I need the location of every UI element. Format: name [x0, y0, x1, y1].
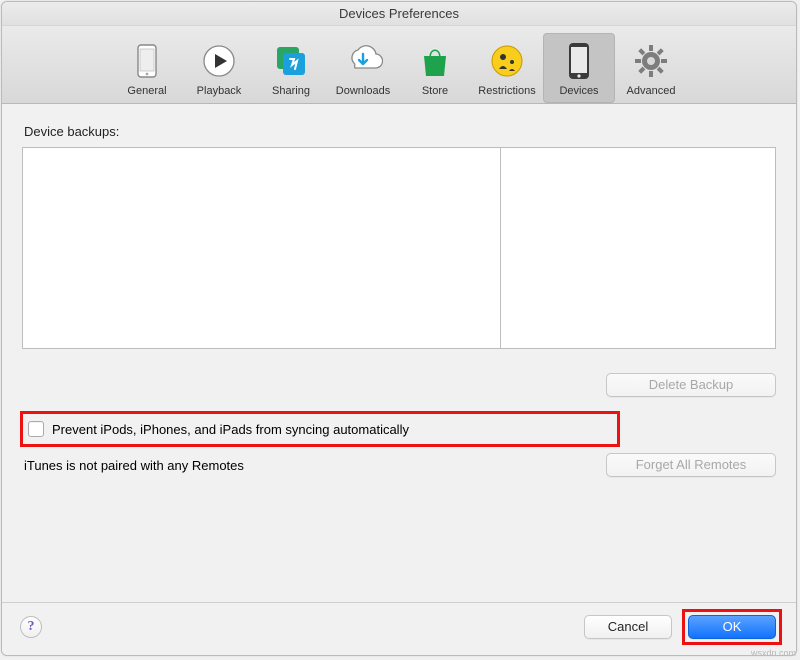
prevent-sync-row: Prevent iPods, iPhones, and iPads from s… [24, 415, 616, 443]
tab-devices[interactable]: Devices [543, 33, 615, 103]
play-icon [201, 39, 237, 83]
backups-label: Device backups: [24, 124, 776, 139]
tab-label: Playback [197, 85, 242, 97]
tab-label: Devices [559, 85, 598, 97]
tab-label: Downloads [336, 85, 390, 97]
device-icon [567, 39, 591, 83]
tab-label: General [127, 85, 166, 97]
watermark: wsxdn.com [751, 648, 796, 658]
prevent-sync-checkbox[interactable] [28, 421, 44, 437]
tab-label: Sharing [272, 85, 310, 97]
remotes-row: iTunes is not paired with any Remotes Fo… [24, 453, 776, 477]
backups-list-dates[interactable] [501, 148, 775, 348]
tab-playback[interactable]: Playback [183, 33, 255, 103]
parental-icon [489, 39, 525, 83]
backups-list-names[interactable] [23, 148, 501, 348]
window-title: Devices Preferences [2, 2, 796, 26]
prevent-sync-label: Prevent iPods, iPhones, and iPads from s… [52, 422, 409, 437]
delete-row: Delete Backup [22, 349, 776, 413]
download-icon [343, 39, 383, 83]
ok-button[interactable]: OK [688, 615, 776, 639]
footer: ? Cancel OK [2, 602, 796, 655]
tab-sharing[interactable]: Sharing [255, 33, 327, 103]
forget-remotes-button[interactable]: Forget All Remotes [606, 453, 776, 477]
help-button[interactable]: ? [20, 616, 42, 638]
tab-label: Advanced [627, 85, 676, 97]
delete-backup-button[interactable]: Delete Backup [606, 373, 776, 397]
store-icon [420, 39, 450, 83]
tab-downloads[interactable]: Downloads [327, 33, 399, 103]
sharing-icon [273, 39, 309, 83]
toolbar: General Playback Sharing [2, 26, 796, 104]
preferences-window: Devices Preferences General Playback [1, 1, 797, 656]
general-icon [132, 39, 162, 83]
tab-label: Restrictions [478, 85, 535, 97]
tab-restrictions[interactable]: Restrictions [471, 33, 543, 103]
tab-general[interactable]: General [111, 33, 183, 103]
backups-list[interactable] [22, 147, 776, 349]
remotes-status: iTunes is not paired with any Remotes [24, 458, 244, 473]
tab-store[interactable]: Store [399, 33, 471, 103]
cancel-button[interactable]: Cancel [584, 615, 672, 639]
tab-label: Store [422, 85, 448, 97]
gear-icon [633, 39, 669, 83]
tab-advanced[interactable]: Advanced [615, 33, 687, 103]
content-area: Device backups: Delete Backup Prevent iP… [2, 104, 796, 602]
